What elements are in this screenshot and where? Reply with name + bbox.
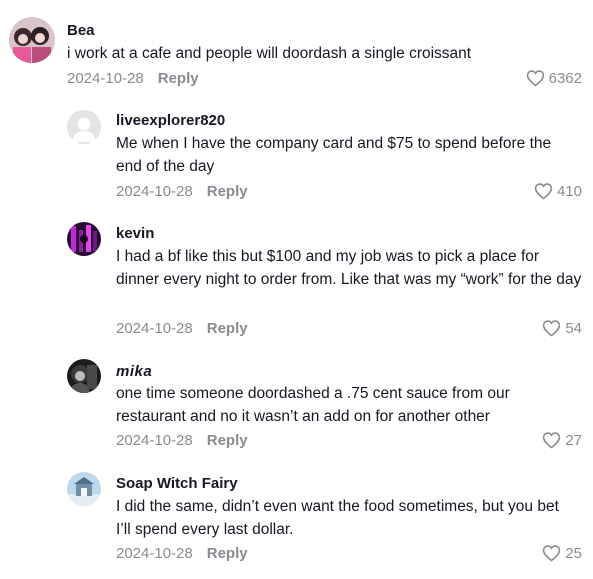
comment-item: kevin I had a bf like this but $100 and … [0, 212, 593, 348]
comment-item: liveexplorer820 Me when I have the compa… [0, 100, 593, 212]
avatar[interactable] [67, 472, 101, 506]
like-count: 410 [556, 182, 582, 200]
comment-username[interactable]: kevin [116, 225, 154, 242]
like-count: 25 [565, 544, 582, 562]
like-button[interactable]: 54 [542, 319, 582, 337]
comment-username[interactable]: Soap Witch Fairy [116, 475, 238, 492]
comment-date: 2024-10-28 [116, 320, 193, 337]
comment-date: 2024-10-28 [116, 545, 193, 562]
like-count: 54 [565, 319, 582, 337]
heart-icon [543, 545, 561, 562]
comment-meta: 2024-10-28 Reply [116, 183, 248, 200]
like-count: 6362 [548, 69, 582, 87]
like-button[interactable]: 25 [542, 544, 582, 562]
comment-username[interactable]: Bea [67, 22, 95, 39]
heart-icon [543, 432, 561, 449]
like-button[interactable]: 410 [534, 182, 582, 200]
comment-meta: 2024-10-28 Reply [116, 320, 248, 337]
comment-meta: 2024-10-28 Reply [67, 70, 199, 87]
avatar-kevin-icon [67, 222, 101, 256]
avatar-soap-witch-fairy-icon [67, 472, 101, 506]
comment-item: mika one time someone doordashed a .75 c… [0, 348, 593, 460]
avatar-bea-icon [9, 17, 55, 63]
comment-meta: 2024-10-28 Reply [116, 545, 248, 562]
heart-icon [543, 320, 561, 337]
heart-icon [534, 183, 553, 200]
default-avatar-icon [67, 110, 101, 144]
comment-text: I did the same, didn’t even want the foo… [116, 498, 559, 538]
avatar-mika-icon [67, 359, 101, 393]
comment-username[interactable]: mika [116, 363, 152, 380]
comment-item: Bea i work at a cafe and people will doo… [0, 0, 593, 100]
comment-date: 2024-10-28 [116, 183, 193, 200]
reply-button[interactable]: Reply [207, 320, 248, 337]
reply-button[interactable]: Reply [207, 432, 248, 449]
avatar[interactable] [67, 222, 101, 256]
comment-meta: 2024-10-28 Reply [116, 432, 248, 449]
avatar[interactable] [67, 110, 101, 144]
comment-item: Soap Witch Fairy I did the same, didn’t … [0, 460, 593, 579]
comment-text: I had a bf like this but $100 and my job… [116, 248, 582, 288]
comment-username[interactable]: liveexplorer820 [116, 112, 225, 129]
comment-text: one time someone doordashed a .75 cent s… [116, 385, 510, 425]
avatar[interactable] [67, 359, 101, 393]
reply-button[interactable]: Reply [207, 545, 248, 562]
avatar[interactable] [9, 17, 55, 63]
comment-text: i work at a cafe and people will doordas… [67, 45, 472, 62]
like-count: 27 [565, 431, 582, 449]
comment-date: 2024-10-28 [116, 432, 193, 449]
comment-text: Me when I have the company card and $75 … [116, 135, 552, 175]
like-button[interactable]: 27 [542, 431, 582, 449]
comment-date: 2024-10-28 [67, 70, 144, 87]
reply-button[interactable]: Reply [158, 70, 199, 87]
heart-icon [526, 70, 544, 87]
reply-button[interactable]: Reply [207, 183, 248, 200]
like-button[interactable]: 6362 [526, 69, 582, 87]
